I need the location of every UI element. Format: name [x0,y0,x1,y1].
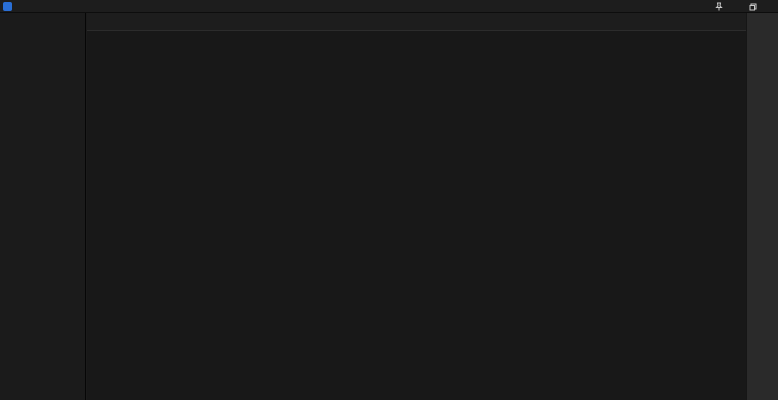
help-button[interactable] [693,0,710,13]
app-window [0,0,778,400]
right-toolbar [746,13,778,400]
channel-sidebar [0,13,86,400]
close-button[interactable] [761,0,778,13]
waveform-canvas[interactable] [87,31,746,400]
minimize-button[interactable] [727,0,744,13]
waveform-region [87,13,746,400]
pin-button[interactable] [710,0,727,13]
maximize-button[interactable] [744,0,761,13]
app-logo-icon [3,1,12,11]
time-ruler[interactable] [87,13,746,31]
window-controls [693,0,778,13]
menubar [0,0,778,13]
